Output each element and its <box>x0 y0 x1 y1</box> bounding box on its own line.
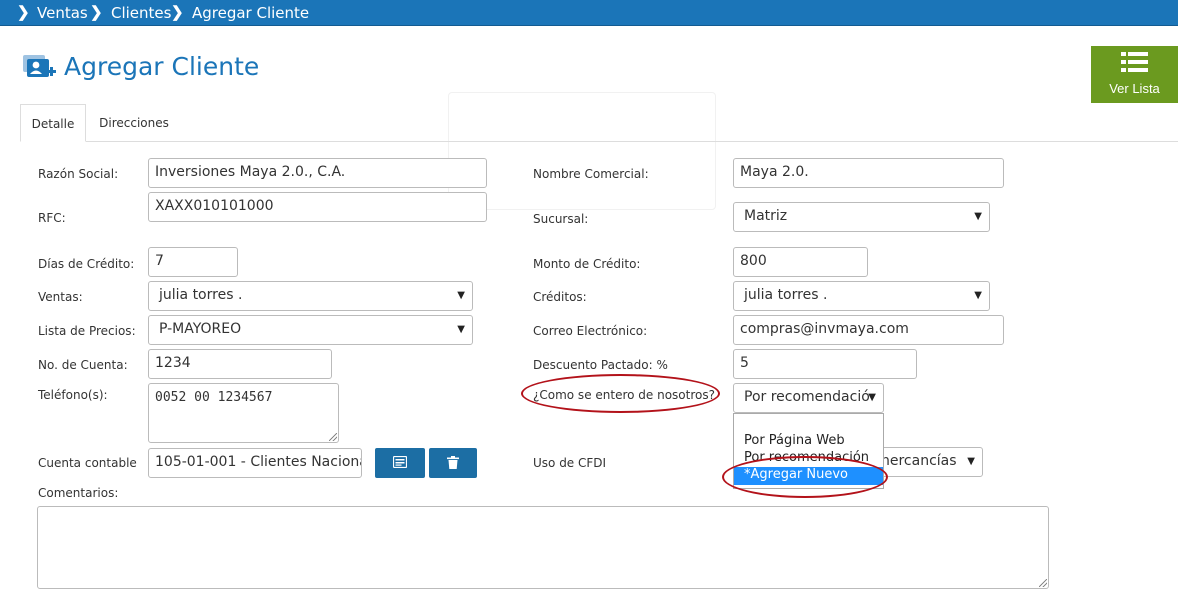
uso-cfdi-label: Uso de CFDI <box>533 456 607 470</box>
razon-social-input[interactable]: Inversiones Maya 2.0., C.A. <box>148 158 487 188</box>
telefono-label: Teléfono(s): <box>38 388 108 402</box>
breadcrumb-clientes[interactable]: Clientes <box>111 4 171 22</box>
correo-input[interactable]: compras@invmaya.com <box>733 315 1004 345</box>
creditos-select[interactable]: julia torres . ▼ <box>733 281 990 311</box>
breadcrumb-ventas[interactable]: Ventas <box>37 4 88 22</box>
comentarios-label: Comentarios: <box>38 486 119 500</box>
chevron-right-icon: ❯ <box>90 4 103 21</box>
caret-down-icon: ▼ <box>868 392 876 403</box>
comentarios-textarea[interactable] <box>37 506 1049 589</box>
ver-lista-button[interactable]: Ver Lista <box>1091 46 1178 103</box>
ventas-select[interactable]: julia torres . ▼ <box>148 281 473 311</box>
lista-precios-select-value: P-MAYOREO <box>159 321 242 337</box>
breadcrumb: ❯ Ventas ❯ Clientes ❯ Agregar Cliente <box>0 0 1178 26</box>
rfc-input[interactable]: XAXX010101000 <box>148 192 487 222</box>
contacts-add-icon <box>23 55 56 77</box>
cuenta-contable-delete-button[interactable] <box>429 448 477 478</box>
descuento-input[interactable]: 5 <box>733 349 917 379</box>
rfc-label: RFC: <box>38 211 66 225</box>
como-se-entero-dropdown-list[interactable]: Por Página Web Por recomendación *Agrega… <box>733 413 884 489</box>
como-se-entero-label: ¿Como se entero de nosotros? <box>533 388 715 402</box>
tab-detalle[interactable]: Detalle <box>20 104 86 142</box>
sucursal-select[interactable]: Matriz ▼ <box>733 202 990 232</box>
page-title: Agregar Cliente <box>64 52 260 81</box>
monto-credito-input[interactable]: 800 <box>733 247 868 277</box>
sucursal-label: Sucursal: <box>533 212 589 226</box>
monto-credito-label: Monto de Crédito: <box>533 257 641 271</box>
cuenta-contable-label: Cuenta contable <box>38 456 137 470</box>
sucursal-select-value: Matriz <box>744 208 788 224</box>
tab-direcciones[interactable]: Direcciones <box>88 104 180 142</box>
chevron-right-icon: ❯ <box>17 4 30 21</box>
correo-label: Correo Electrónico: <box>533 324 648 338</box>
dias-credito-input[interactable]: 7 <box>148 247 238 277</box>
ventas-select-value: julia torres . <box>159 287 243 303</box>
razon-social-label: Razón Social: <box>38 167 119 181</box>
caret-down-icon: ▼ <box>457 290 465 301</box>
list-icon <box>1121 52 1148 72</box>
resize-handle-icon[interactable] <box>329 433 337 441</box>
uso-cfdi-select[interactable]: nercancías ▼ <box>870 447 983 477</box>
dropdown-option-agregar-nuevo[interactable]: *Agregar Nuevo <box>734 467 883 485</box>
address-card-icon <box>393 456 407 468</box>
creditos-select-value: julia torres . <box>744 287 828 303</box>
ver-lista-label: Ver Lista <box>1109 81 1160 96</box>
telefono-textarea[interactable]: 0052 00 1234567 <box>148 383 339 443</box>
cuenta-contable-input[interactable]: 105-01-001 - Clientes Nacionale <box>148 448 362 478</box>
dropdown-option-pagina-web[interactable]: Por Página Web <box>734 433 883 448</box>
dias-credito-label: Días de Crédito: <box>38 257 135 271</box>
dropdown-option-recomendacion[interactable]: Por recomendación <box>734 450 883 465</box>
caret-down-icon: ▼ <box>967 456 975 467</box>
caret-down-icon: ▼ <box>974 290 982 301</box>
caret-down-icon: ▼ <box>974 211 982 222</box>
como-se-entero-select-value: Por recomendació <box>744 389 870 405</box>
telefono-value: 0052 00 1234567 <box>155 390 273 405</box>
creditos-label: Créditos: <box>533 290 587 304</box>
no-cuenta-input[interactable]: 1234 <box>148 349 332 379</box>
no-cuenta-label: No. de Cuenta: <box>38 358 128 372</box>
chevron-right-icon: ❯ <box>171 4 184 21</box>
background-ghost-panel <box>448 92 716 210</box>
uso-cfdi-select-value: nercancías <box>881 453 957 469</box>
lista-precios-select[interactable]: P-MAYOREO ▼ <box>148 315 473 345</box>
caret-down-icon: ▼ <box>457 324 465 335</box>
lista-precios-label: Lista de Precios: <box>38 324 136 338</box>
nombre-comercial-label: Nombre Comercial: <box>533 167 649 181</box>
descuento-label: Descuento Pactado: % <box>533 358 668 372</box>
breadcrumb-agregar-cliente: Agregar Cliente <box>192 4 310 22</box>
como-se-entero-select[interactable]: Por recomendació ▼ <box>733 383 884 413</box>
trash-icon <box>447 456 459 469</box>
cuenta-contable-select-button[interactable] <box>375 448 425 478</box>
nombre-comercial-input[interactable]: Maya 2.0. <box>733 158 1004 188</box>
resize-handle-icon[interactable] <box>1039 579 1047 587</box>
tabs-divider <box>20 141 1178 142</box>
ventas-label: Ventas: <box>38 290 83 304</box>
